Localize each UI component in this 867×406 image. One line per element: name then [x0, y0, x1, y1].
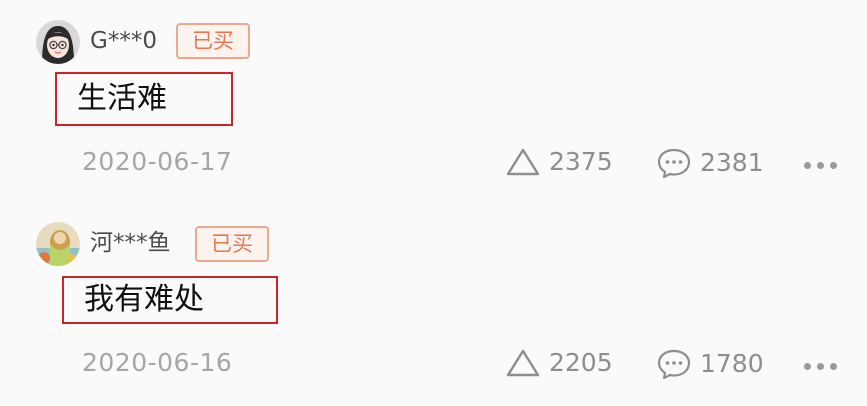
more-dot — [830, 362, 837, 370]
more-options-icon[interactable] — [804, 160, 837, 170]
comment-text: 我有难处 — [62, 276, 278, 324]
review-item: 河***鱼 已买 我有难处 2020-06-16 2205 1780 — [0, 203, 867, 406]
like-count: 2375 — [549, 147, 613, 176]
like-triangle-icon — [506, 349, 540, 377]
more-dot — [804, 161, 811, 169]
comment-text: 生活难 — [55, 72, 233, 126]
reply-button[interactable]: 2381 — [656, 147, 764, 179]
more-dot — [817, 161, 824, 169]
review-item: G***0 已买 生活难 2020-06-17 2375 2381 — [0, 0, 867, 203]
reply-count: 2381 — [700, 148, 764, 177]
like-triangle-icon — [506, 148, 540, 176]
purchased-badge: 已买 — [195, 226, 269, 262]
more-dot — [804, 362, 811, 370]
review-date: 2020-06-16 — [82, 348, 233, 377]
illustrated-avatar-icon[interactable] — [36, 222, 80, 266]
like-count: 2205 — [549, 348, 613, 377]
reply-count: 1780 — [700, 349, 764, 378]
girl-avatar-icon[interactable] — [36, 20, 80, 64]
username[interactable]: G***0 — [90, 26, 157, 56]
comment-bubble-icon — [657, 349, 691, 380]
comment-bubble-icon — [657, 148, 691, 179]
like-button[interactable]: 2205 — [505, 348, 613, 378]
like-button[interactable]: 2375 — [505, 147, 613, 177]
purchased-badge: 已买 — [176, 23, 250, 59]
more-dot — [830, 161, 837, 169]
reply-button[interactable]: 1780 — [656, 348, 764, 380]
username[interactable]: 河***鱼 — [90, 228, 171, 258]
review-date: 2020-06-17 — [82, 147, 233, 176]
more-options-icon[interactable] — [804, 361, 837, 371]
more-dot — [817, 362, 824, 370]
review-list: G***0 已买 生活难 2020-06-17 2375 2381 河***鱼 … — [0, 0, 867, 406]
